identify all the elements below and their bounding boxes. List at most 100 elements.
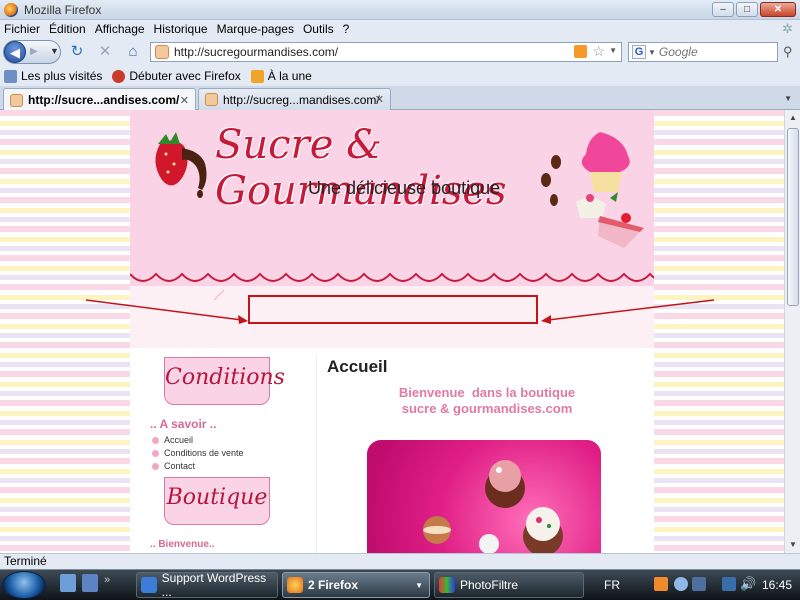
- display-icon[interactable]: [722, 577, 736, 591]
- tab-1[interactable]: http://sucre...andises.com/ ✕: [3, 88, 196, 111]
- menu-outils[interactable]: Outils: [303, 22, 334, 36]
- cupcake-illustration: [541, 132, 644, 248]
- status-bar: Terminé: [0, 553, 800, 569]
- language-indicator[interactable]: FR: [604, 578, 620, 592]
- more-icon[interactable]: »: [104, 574, 110, 592]
- sidebar-link-conditions[interactable]: Conditions de vente: [152, 448, 244, 458]
- tray-app-icon[interactable]: [654, 577, 668, 591]
- vertical-scrollbar[interactable]: ▲ ▼: [784, 110, 800, 553]
- scrollbar-thumb[interactable]: [787, 128, 799, 306]
- tab-2[interactable]: http://sucreg...mandises.com/ ✕: [198, 88, 391, 110]
- sidebar-heading-welcome: .. Bienvenue..: [150, 539, 215, 550]
- bookmark-label: Débuter avec Firefox: [129, 69, 241, 83]
- link-label: Contact: [164, 461, 196, 471]
- reload-icon[interactable]: ↻: [68, 43, 86, 61]
- network-icon[interactable]: [692, 577, 706, 591]
- bullet-icon: [152, 462, 159, 470]
- firefox-icon: [287, 577, 303, 593]
- close-button[interactable]: ✕: [760, 2, 796, 17]
- bullet-icon: [152, 436, 159, 444]
- url-dropdown-icon[interactable]: ▼: [609, 46, 617, 55]
- menu-help[interactable]: ?: [343, 22, 350, 36]
- menu-fichier[interactable]: Fichier: [4, 22, 40, 36]
- search-input[interactable]: [658, 45, 769, 59]
- switch-windows-icon[interactable]: [82, 574, 98, 592]
- page-content: Sucre & Gourmandises Une délicieuse bout…: [0, 110, 784, 553]
- tab-label: http://sucre...andises.com/: [28, 93, 180, 107]
- photofiltre-icon: [439, 577, 455, 593]
- decorative-stroke: [213, 289, 225, 301]
- site-subtitle: Une délicieuse boutique: [308, 178, 501, 198]
- menu-bar: Fichier Édition Affichage Historique Mar…: [0, 20, 800, 38]
- bookmark-headlines[interactable]: À la une: [250, 69, 312, 83]
- url-bar[interactable]: http://sucregourmandises.com/ ☆ ▼: [150, 42, 622, 62]
- link-label: Accueil: [164, 435, 194, 445]
- volume-icon[interactable]: 🔊: [740, 576, 756, 592]
- site-favicon: [155, 45, 169, 59]
- firefox-window: { "window": {"title": "Mozilla Firefox",…: [0, 0, 800, 600]
- site-favicon: [10, 93, 23, 107]
- right-arrow-icon: [541, 299, 715, 324]
- page-heading: Accueil: [327, 357, 388, 376]
- boutique-badge[interactable]: Boutique: [164, 477, 270, 525]
- conditions-badge[interactable]: Conditions: [164, 357, 285, 405]
- tab-close-icon[interactable]: ✕: [180, 94, 189, 107]
- ie-icon: [141, 577, 157, 593]
- maximize-button[interactable]: □: [736, 2, 758, 17]
- menu-edition[interactable]: Édition: [49, 22, 86, 36]
- sidebar-link-accueil[interactable]: Accueil: [152, 435, 193, 445]
- show-desktop-icon[interactable]: [60, 574, 76, 592]
- strawberry-illustration: [155, 132, 207, 198]
- title-bar: Mozilla Firefox: [0, 0, 800, 20]
- search-bar[interactable]: G ▼: [628, 42, 778, 62]
- forward-button[interactable]: ▶: [30, 46, 44, 58]
- status-text: Terminé: [4, 554, 47, 568]
- scroll-up-icon[interactable]: ▲: [786, 110, 800, 126]
- menu-historique[interactable]: Historique: [154, 22, 208, 36]
- messenger-icon[interactable]: [674, 577, 688, 591]
- macaron-photo: [367, 440, 601, 553]
- task-label: 2 Firefox: [308, 578, 359, 592]
- welcome-line-1: Bienvenue dans la boutique: [398, 385, 576, 400]
- quick-launch: »: [60, 574, 110, 592]
- bookmark-star-icon[interactable]: ☆: [592, 43, 605, 60]
- task-firefox[interactable]: 2 Firefox ▼: [282, 572, 430, 598]
- url-text[interactable]: http://sucregourmandises.com/: [174, 45, 338, 59]
- scallop-border: [130, 268, 654, 282]
- link-label: Conditions de vente: [164, 448, 244, 458]
- welcome-text: Bienvenue dans la boutique sucre & gourm…: [357, 385, 617, 417]
- task-photofiltre[interactable]: PhotoFiltre: [434, 572, 584, 598]
- bookmark-most-visited[interactable]: Les plus visités: [4, 69, 102, 83]
- sidebar-heading-info: .. A savoir ..: [150, 417, 217, 431]
- scroll-down-icon[interactable]: ▼: [786, 537, 800, 553]
- sidebar-link-contact[interactable]: Contact: [152, 461, 195, 471]
- task-support-wordpress[interactable]: Support WordPress ...: [136, 571, 278, 599]
- bookmark-getting-started[interactable]: Débuter avec Firefox: [112, 69, 241, 83]
- home-icon[interactable]: ⌂: [124, 43, 142, 61]
- tab-bar: http://sucre...andises.com/ ✕ http://suc…: [0, 86, 800, 111]
- task-label: PhotoFiltre: [460, 578, 519, 592]
- welcome-line-2: sucre & gourmandises.com: [401, 401, 573, 416]
- search-engine-dropdown-icon[interactable]: ▼: [648, 48, 656, 57]
- star-icon: [4, 69, 17, 83]
- menu-marque-pages[interactable]: Marque-pages: [217, 22, 294, 36]
- window-controls: ‒ □ ✕: [712, 2, 796, 17]
- history-dropdown-icon[interactable]: ▼: [50, 46, 59, 56]
- site-favicon: [205, 93, 218, 106]
- bookmarks-toolbar: Les plus visités Débuter avec Firefox À …: [0, 66, 800, 86]
- rss-icon[interactable]: [574, 45, 587, 58]
- google-icon[interactable]: G: [632, 45, 646, 59]
- start-button[interactable]: [2, 571, 46, 599]
- clock[interactable]: 16:45: [762, 578, 792, 592]
- bullet-icon: [152, 449, 159, 457]
- menu-affichage[interactable]: Affichage: [95, 22, 145, 36]
- search-icon[interactable]: ⚲: [783, 44, 799, 60]
- tab-close-icon[interactable]: ✕: [375, 93, 384, 106]
- window-title: Mozilla Firefox: [24, 2, 102, 17]
- tab-list-icon[interactable]: ▼: [784, 94, 792, 103]
- group-dropdown-icon[interactable]: ▼: [415, 581, 423, 590]
- minimize-button[interactable]: ‒: [712, 2, 734, 17]
- throbber-icon: ✲: [782, 21, 793, 36]
- back-button[interactable]: ◀: [4, 41, 26, 63]
- stop-icon[interactable]: ✕: [96, 43, 114, 61]
